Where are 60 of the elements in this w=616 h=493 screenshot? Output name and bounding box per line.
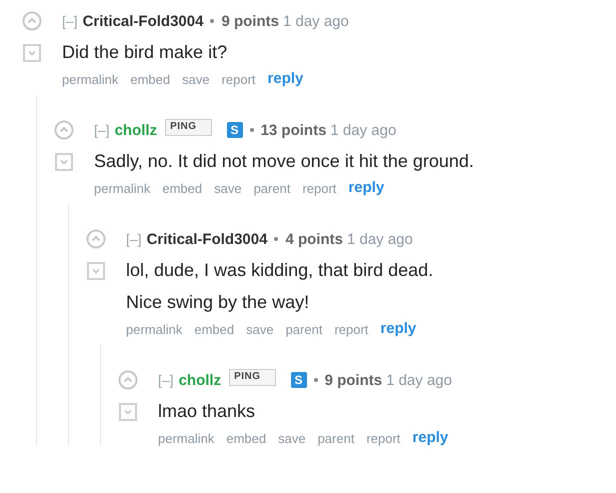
action-link[interactable]: permalink	[126, 322, 182, 337]
comment-text: Sadly, no. It did not move once it hit the ground.	[94, 150, 475, 173]
collapse-toggle[interactable]: [–]	[94, 122, 110, 138]
score-text: 9 points	[324, 372, 382, 388]
action-link[interactable]: report	[302, 181, 336, 196]
collapse-toggle[interactable]: [–]	[158, 372, 174, 388]
downvote-icon[interactable]	[119, 403, 137, 421]
user-flair: PING	[165, 119, 212, 136]
collapse-toggle[interactable]: [–]	[62, 13, 78, 29]
downvote-icon[interactable]	[23, 44, 41, 62]
action-link[interactable]: permalink	[158, 431, 214, 446]
score-text: 13 points	[260, 122, 326, 138]
action-link[interactable]: report	[334, 322, 368, 337]
action-link[interactable]: report	[222, 72, 256, 87]
action-link[interactable]: parent	[318, 431, 354, 446]
comment-text: Did the bird make it?	[62, 41, 228, 64]
separator-dot	[314, 378, 318, 382]
action-link[interactable]: permalink	[62, 72, 118, 87]
timestamp: 1 day ago	[346, 230, 413, 248]
downvote-icon[interactable]	[87, 262, 105, 280]
reply-link[interactable]: reply	[268, 70, 304, 87]
comment-text: lmao thanks	[158, 400, 256, 423]
reply-link[interactable]: reply	[380, 320, 416, 337]
submitter-badge: S	[226, 122, 243, 138]
score-text: 4 points	[285, 230, 343, 248]
action-link[interactable]: save	[278, 431, 306, 446]
action-link[interactable]: save	[246, 322, 274, 337]
upvote-icon[interactable]	[54, 120, 74, 140]
timestamp: 1 day ago	[282, 12, 349, 30]
timestamp: 1 day ago	[330, 122, 396, 138]
action-link[interactable]: permalink	[94, 181, 150, 196]
reply-link[interactable]: reply	[412, 429, 448, 446]
upvote-icon[interactable]	[86, 229, 106, 249]
upvote-icon[interactable]	[22, 11, 42, 31]
action-link[interactable]: parent	[286, 322, 322, 337]
comment-text: Nice swing by the way!	[126, 291, 310, 314]
action-link[interactable]: report	[366, 431, 400, 446]
action-link[interactable]: parent	[254, 181, 290, 196]
author-link[interactable]: chollz	[114, 122, 158, 138]
action-link[interactable]: save	[214, 181, 242, 196]
author-link[interactable]: Critical-Fold3004	[82, 12, 204, 30]
downvote-icon[interactable]	[55, 153, 73, 171]
author-link[interactable]: Critical-Fold3004	[146, 230, 268, 248]
action-link[interactable]: embed	[130, 72, 170, 87]
upvote-icon[interactable]	[118, 370, 138, 390]
author-link[interactable]: chollz	[178, 372, 222, 388]
user-flair: PING	[229, 369, 276, 386]
collapse-toggle[interactable]: [–]	[126, 231, 142, 247]
action-link[interactable]: embed	[194, 322, 234, 337]
action-link[interactable]: embed	[226, 431, 266, 446]
action-link[interactable]: embed	[162, 181, 202, 196]
action-link[interactable]: save	[182, 72, 210, 87]
separator-dot	[210, 19, 214, 23]
score-text: 9 points	[221, 12, 279, 30]
submitter-badge: S	[290, 372, 307, 388]
reply-link[interactable]: reply	[348, 179, 384, 196]
timestamp: 1 day ago	[386, 372, 452, 388]
separator-dot	[250, 128, 254, 132]
comment-text: lol, dude, I was kidding, that bird dead.	[126, 259, 434, 282]
separator-dot	[274, 237, 278, 241]
